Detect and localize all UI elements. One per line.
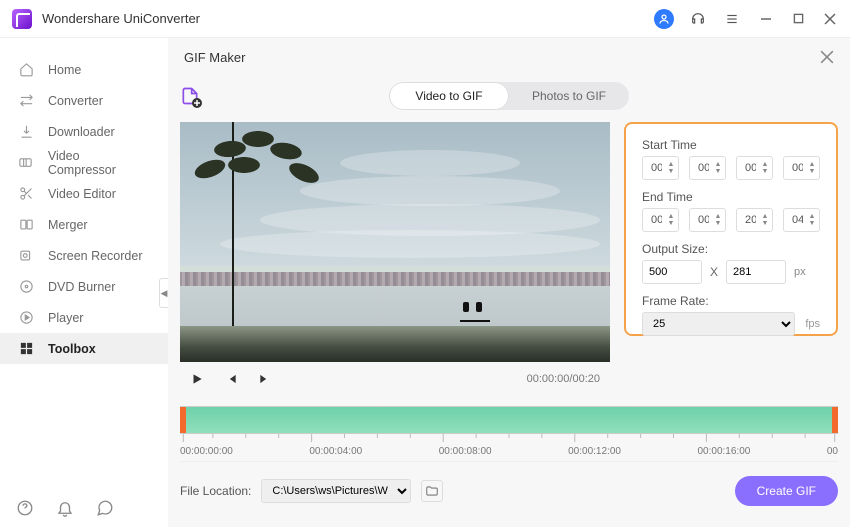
sidebar-item-recorder[interactable]: Screen Recorder xyxy=(0,240,168,271)
timeline-track[interactable] xyxy=(180,406,838,434)
ruler-label: 00 xyxy=(827,446,838,457)
height-input[interactable] xyxy=(726,260,786,284)
toolbox-icon xyxy=(18,341,34,357)
titlebar: Wondershare UniConverter xyxy=(0,0,850,38)
frame-rate-label: Frame Rate: xyxy=(642,294,820,308)
prev-frame-button[interactable] xyxy=(224,372,238,386)
sidebar-label: Downloader xyxy=(48,125,115,139)
timeline-ruler: 00:00:00:00 00:00:04:00 00:00:08:00 00:0… xyxy=(180,434,838,462)
size-unit: px xyxy=(794,266,806,278)
width-input[interactable] xyxy=(642,260,702,284)
footer-icons xyxy=(16,499,114,517)
play-button[interactable] xyxy=(190,372,204,386)
ruler-label: 00:00:12:00 xyxy=(568,446,621,457)
trim-handle-end[interactable] xyxy=(832,407,838,433)
spinner-arrows[interactable]: ▲▼ xyxy=(807,158,817,178)
sidebar-label: Converter xyxy=(48,94,103,108)
next-frame-button[interactable] xyxy=(258,372,272,386)
sidebar-label: Toolbox xyxy=(48,342,96,356)
open-folder-button[interactable] xyxy=(421,480,443,502)
mode-tabs: Video to GIF Photos to GIF xyxy=(389,82,629,110)
sidebar-label: Video Editor xyxy=(48,187,116,201)
sidebar-item-converter[interactable]: Converter xyxy=(0,85,168,116)
panel-header: GIF Maker xyxy=(168,38,850,76)
preview-pane: 00:00:00/00:20 xyxy=(180,122,610,396)
support-icon[interactable] xyxy=(688,9,708,29)
minimize-button[interactable] xyxy=(758,11,774,27)
feedback-icon[interactable] xyxy=(96,499,114,517)
spinner-arrows[interactable]: ▲▼ xyxy=(760,210,770,230)
bottom-bar: File Location: C:\Users\ws\Pictures\Wond… xyxy=(180,476,838,506)
sidebar-item-player[interactable]: Player xyxy=(0,302,168,333)
panel-close-icon[interactable] xyxy=(820,50,834,64)
record-icon xyxy=(18,248,34,264)
download-icon xyxy=(18,124,34,140)
close-button[interactable] xyxy=(822,11,838,27)
sidebar-label: Home xyxy=(48,63,81,77)
ruler-label: 00:00:08:00 xyxy=(439,446,492,457)
account-icon[interactable] xyxy=(654,9,674,29)
main-panel: GIF Maker Video to GIF Photos to GIF xyxy=(168,38,850,527)
settings-panel: Start Time ▲▼ ▲▼ ▲▼ ▲▼ End Time ▲▼ ▲▼ xyxy=(624,122,838,336)
ruler-label: 00:00:04:00 xyxy=(309,446,362,457)
file-path-select[interactable]: C:\Users\ws\Pictures\Wonders xyxy=(261,479,411,503)
add-file-button[interactable] xyxy=(180,86,200,106)
spinner-arrows[interactable]: ▲▼ xyxy=(713,158,723,178)
timeline: 00:00:00:00 00:00:04:00 00:00:08:00 00:0… xyxy=(180,406,838,462)
spinner-arrows[interactable]: ▲▼ xyxy=(807,210,817,230)
end-time-label: End Time xyxy=(642,190,820,204)
spinner-arrows[interactable]: ▲▼ xyxy=(666,158,676,178)
ruler-label: 00:00:16:00 xyxy=(698,446,751,457)
frame-rate-select[interactable]: 25 xyxy=(642,312,795,336)
video-preview[interactable] xyxy=(180,122,610,362)
create-gif-button[interactable]: Create GIF xyxy=(735,476,838,506)
file-location-label: File Location: xyxy=(180,484,251,498)
spinner-arrows[interactable]: ▲▼ xyxy=(713,210,723,230)
merge-icon xyxy=(18,217,34,233)
home-icon xyxy=(18,62,34,78)
play-icon xyxy=(18,310,34,326)
sidebar: Home Converter Downloader Video Compress… xyxy=(0,38,168,527)
time-display: 00:00:00/00:20 xyxy=(527,373,600,385)
spinner-arrows[interactable]: ▲▼ xyxy=(666,210,676,230)
tab-photos-to-gif[interactable]: Photos to GIF xyxy=(509,82,629,110)
sidebar-label: Player xyxy=(48,311,83,325)
start-time-label: Start Time xyxy=(642,138,820,152)
panel-title: GIF Maker xyxy=(184,50,245,65)
scissors-icon xyxy=(18,186,34,202)
ruler-label: 00:00:00:00 xyxy=(180,446,233,457)
sidebar-label: Merger xyxy=(48,218,88,232)
sidebar-item-dvd[interactable]: DVD Burner xyxy=(0,271,168,302)
spinner-arrows[interactable]: ▲▼ xyxy=(760,158,770,178)
menu-icon[interactable] xyxy=(722,9,742,29)
sidebar-item-toolbox[interactable]: Toolbox xyxy=(0,333,168,364)
sidebar-item-downloader[interactable]: Downloader xyxy=(0,116,168,147)
output-size-label: Output Size: xyxy=(642,242,820,256)
sidebar-label: DVD Burner xyxy=(48,280,115,294)
converter-icon xyxy=(18,93,34,109)
compress-icon xyxy=(18,155,34,171)
notification-icon[interactable] xyxy=(56,499,74,517)
app-title: Wondershare UniConverter xyxy=(42,11,200,26)
app-logo xyxy=(12,9,32,29)
trim-handle-start[interactable] xyxy=(180,407,186,433)
size-separator: X xyxy=(710,265,718,279)
sidebar-item-merger[interactable]: Merger xyxy=(0,209,168,240)
help-icon[interactable] xyxy=(16,499,34,517)
fps-unit: fps xyxy=(805,318,820,330)
sidebar-label: Screen Recorder xyxy=(48,249,143,263)
disc-icon xyxy=(18,279,34,295)
maximize-button[interactable] xyxy=(790,11,806,27)
sidebar-item-home[interactable]: Home xyxy=(0,54,168,85)
sidebar-item-editor[interactable]: Video Editor xyxy=(0,178,168,209)
sidebar-label: Video Compressor xyxy=(48,149,150,177)
player-controls: 00:00:00/00:20 xyxy=(180,362,610,396)
tab-video-to-gif[interactable]: Video to GIF xyxy=(389,82,509,110)
sidebar-item-compressor[interactable]: Video Compressor xyxy=(0,147,168,178)
